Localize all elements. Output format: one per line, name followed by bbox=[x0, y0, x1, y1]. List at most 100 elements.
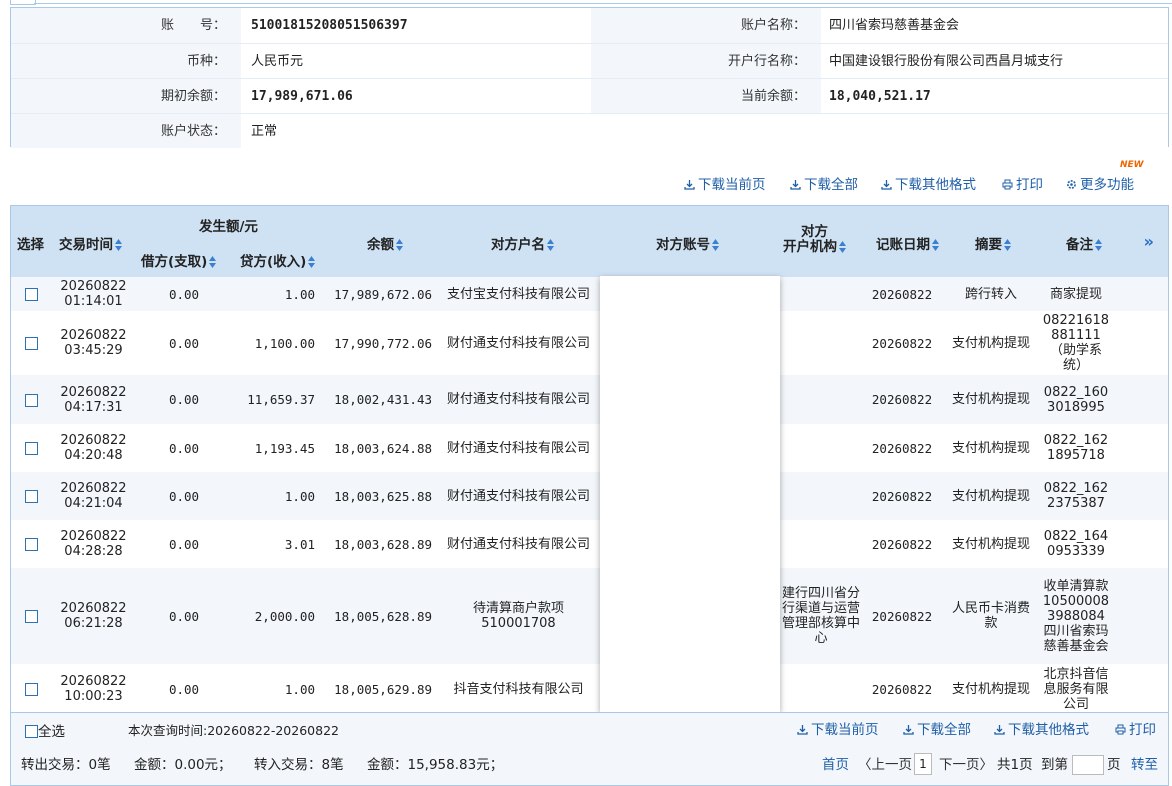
table-row[interactable]: 20260822 04:21:04 0.00 1.00 18,003,625.88 财付通… bbox=[11, 472, 1168, 520]
out-tx-count: 转出交易：0笔 bbox=[21, 757, 111, 773]
row-checkbox[interactable] bbox=[25, 442, 38, 455]
download-icon bbox=[797, 725, 808, 735]
go-button[interactable]: 转至 bbox=[1131, 756, 1158, 774]
more-functions-button[interactable]: 更多功能 bbox=[1066, 176, 1134, 194]
row-checkbox[interactable] bbox=[25, 393, 38, 407]
row-checkbox[interactable] bbox=[25, 490, 38, 503]
select-all[interactable]: 全选 bbox=[25, 723, 65, 741]
cell-remark: 0822_1621895718 bbox=[1043, 433, 1109, 463]
cell-remark: 0822_1603018995 bbox=[1043, 384, 1109, 415]
row-checkbox[interactable] bbox=[25, 288, 38, 301]
cell-time-date: 20260822 bbox=[60, 328, 127, 343]
table-row[interactable]: 20260822 04:28:28 0.00 3.01 18,003,628.89 财付通… bbox=[11, 520, 1168, 568]
download-other-button[interactable]: 下载其他格式 bbox=[881, 176, 976, 194]
download-icon bbox=[881, 180, 892, 190]
table-row[interactable]: 20260822 04:17:31 0.00 11,659.37 18,002,431.… bbox=[11, 375, 1168, 424]
cell-post-date: 20260822 bbox=[871, 440, 933, 456]
sort-icon bbox=[209, 256, 217, 268]
download-icon bbox=[903, 725, 914, 735]
first-page-link[interactable]: 首页 bbox=[822, 756, 849, 774]
col-balance[interactable]: 余额 bbox=[367, 233, 403, 253]
table-row[interactable]: 20260822 10:00:23 0.00 1.00 18,005,629.89 抖音支… bbox=[11, 664, 1168, 713]
cell-credit: 11,659.37 bbox=[247, 392, 315, 407]
download-page-button[interactable]: 下载当前页 bbox=[684, 176, 766, 194]
col-amount-group: 发生额/元 bbox=[199, 219, 258, 235]
tab-line bbox=[34, 3, 1172, 4]
page-unit: 页 bbox=[1107, 757, 1121, 773]
current-page-box: 1 bbox=[914, 753, 932, 775]
gear-icon bbox=[1067, 180, 1076, 189]
next-page-link[interactable]: 下一页〉 bbox=[939, 756, 993, 774]
query-time: 本次查询时间:20260822-20260822 bbox=[128, 723, 339, 738]
select-all-label: 全选 bbox=[38, 724, 65, 740]
col-remark[interactable]: 备注 bbox=[1066, 233, 1102, 253]
cell-counterparty: 支付宝支付科技有限公司 bbox=[446, 286, 590, 302]
more-columns-icon[interactable]: » bbox=[1144, 232, 1154, 251]
col-time[interactable]: 交易时间 bbox=[59, 233, 122, 253]
info-row: 账 号： 51001815208051506397 账户名称： 四川省索玛慈善基… bbox=[11, 8, 1168, 43]
cell-remark: 收单清算款105000083988084四川省索玛慈善基金会 bbox=[1042, 578, 1110, 654]
col-counterparty[interactable]: 对方户名 bbox=[491, 233, 554, 253]
cell-time: 20260822 06:21:28 bbox=[51, 601, 136, 631]
cell-summary: 支付机构提现 bbox=[951, 681, 1030, 697]
col-post-date[interactable]: 记账日期 bbox=[876, 233, 939, 253]
footer-download-all-button[interactable]: 下载全部 bbox=[903, 721, 971, 739]
cell-post-date: 20260822 bbox=[871, 608, 933, 624]
row-checkbox[interactable] bbox=[25, 538, 38, 551]
row-checkbox[interactable] bbox=[25, 610, 38, 623]
footer-download-other-label: 下载其他格式 bbox=[1008, 722, 1089, 738]
table-row[interactable]: 20260822 01:14:01 0.00 1.00 17,989,672.06 支付宝… bbox=[11, 277, 1168, 311]
active-tab[interactable] bbox=[10, 0, 36, 5]
col-counter-account[interactable]: 对方账号 bbox=[656, 233, 719, 253]
col-summary[interactable]: 摘要 bbox=[975, 233, 1011, 253]
prev-page-link[interactable]: 〈上一页 bbox=[858, 756, 912, 774]
cell-counterparty: 财付通支付科技有限公司 bbox=[446, 488, 590, 504]
cell-time-date: 20260822 bbox=[60, 384, 127, 400]
col-counter-bank-l1: 对方 bbox=[801, 224, 828, 240]
cell-remark: 商家提现 bbox=[1049, 286, 1102, 302]
cell-balance: 18,005,628.89 bbox=[334, 608, 432, 624]
footer-download-page-label: 下载当前页 bbox=[811, 722, 879, 738]
currency-label: 币种： bbox=[186, 54, 226, 69]
page-input-wrap bbox=[1072, 755, 1104, 775]
in-amount: 金额：15,958.83元； bbox=[367, 757, 504, 773]
cell-balance: 18,003,628.89 bbox=[334, 536, 432, 552]
cell-counterparty: 财付通支付科技有限公司 bbox=[446, 440, 590, 456]
page-input[interactable] bbox=[1072, 755, 1104, 775]
table-row[interactable]: 20260822 03:45:29 0.00 1,100.00 17,990,772.0… bbox=[11, 311, 1168, 375]
cell-credit: 2,000.00 bbox=[254, 608, 315, 624]
cell-time: 20260822 01:14:01 bbox=[51, 279, 136, 309]
cell-balance: 18,002,431.43 bbox=[334, 392, 432, 407]
print-button[interactable]: 打印 bbox=[1002, 176, 1043, 194]
cell-debit: 0.00 bbox=[168, 608, 200, 624]
cell-remark: 08221618881111（助学系统） bbox=[1042, 313, 1110, 373]
download-all-button[interactable]: 下载全部 bbox=[790, 176, 858, 194]
sort-icon bbox=[839, 241, 846, 253]
col-counter-bank[interactable]: 对方 开户机构 bbox=[783, 225, 846, 255]
opening-balance-label: 期初余额： bbox=[160, 89, 226, 104]
new-badge: NEW bbox=[1120, 160, 1144, 170]
table-row[interactable]: 20260822 04:20:48 0.00 1,193.45 18,003,624.8… bbox=[11, 424, 1168, 472]
row-checkbox[interactable] bbox=[25, 683, 38, 696]
col-debit[interactable]: 借方(支取) bbox=[141, 250, 217, 270]
info-row: 币种： 人民币元 开户行名称： 中国建设银行股份有限公司西昌月城支行 bbox=[11, 43, 1168, 79]
footer-print-button[interactable]: 打印 bbox=[1115, 721, 1156, 739]
table-row[interactable]: 20260822 06:21:28 0.00 2,000.00 18,005,628.8… bbox=[11, 568, 1168, 664]
col-counterparty-label: 对方户名 bbox=[491, 237, 545, 253]
col-time-label: 交易时间 bbox=[59, 237, 113, 253]
cell-summary: 人民币卡消费款 bbox=[951, 601, 1030, 631]
sort-icon bbox=[115, 239, 122, 251]
sort-icon bbox=[308, 256, 316, 268]
sort-icon bbox=[1095, 239, 1102, 251]
cell-balance: 17,990,772.06 bbox=[334, 335, 432, 351]
cell-summary: 支付机构提现 bbox=[951, 392, 1030, 407]
footer-download-page-button[interactable]: 下载当前页 bbox=[797, 721, 879, 739]
cell-post-date: 20260822 bbox=[871, 536, 933, 552]
download-page-label: 下载当前页 bbox=[698, 177, 766, 193]
more-functions-label: 更多功能 bbox=[1080, 177, 1134, 193]
footer-download-other-button[interactable]: 下载其他格式 bbox=[994, 721, 1089, 739]
select-all-checkbox[interactable] bbox=[25, 725, 38, 738]
current-balance-label: 当前余额： bbox=[740, 89, 806, 104]
col-credit[interactable]: 贷方(收入) bbox=[240, 250, 316, 270]
row-checkbox[interactable] bbox=[25, 337, 38, 350]
